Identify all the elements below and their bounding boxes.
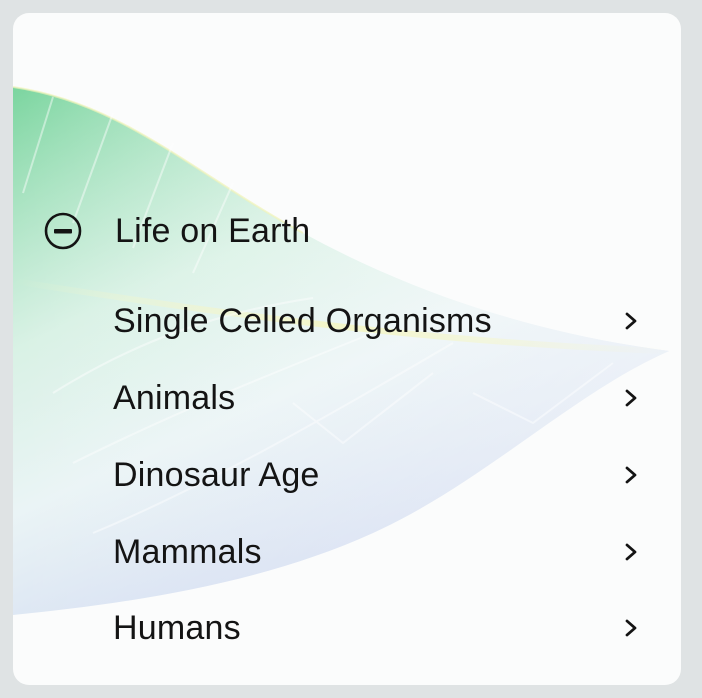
life-on-earth-header[interactable]: Life on Earth <box>43 205 310 257</box>
list-item-humans[interactable]: Humans <box>113 598 643 658</box>
list-item-dinosaur-age[interactable]: Dinosaur Age <box>113 445 643 505</box>
chevron-right-icon <box>619 540 643 564</box>
chevron-right-icon <box>619 309 643 333</box>
minus-circle-icon[interactable] <box>43 211 83 251</box>
list-item-mammals[interactable]: Mammals <box>113 522 643 582</box>
list-item-animals[interactable]: Animals <box>113 368 643 428</box>
menu-card: Life on Earth Single Celled Organisms An… <box>13 13 681 685</box>
list-item-label: Animals <box>113 378 236 417</box>
list-item-label: Mammals <box>113 532 262 571</box>
chevron-right-icon <box>619 616 643 640</box>
list-item-label: Humans <box>113 608 241 647</box>
list-item-label: Single Celled Organisms <box>113 301 492 340</box>
chevron-right-icon <box>619 463 643 487</box>
list-item-label: Dinosaur Age <box>113 455 320 494</box>
list-item-single-celled-organisms[interactable]: Single Celled Organisms <box>113 291 643 351</box>
section-title: Life on Earth <box>115 211 311 250</box>
chevron-right-icon <box>619 386 643 410</box>
